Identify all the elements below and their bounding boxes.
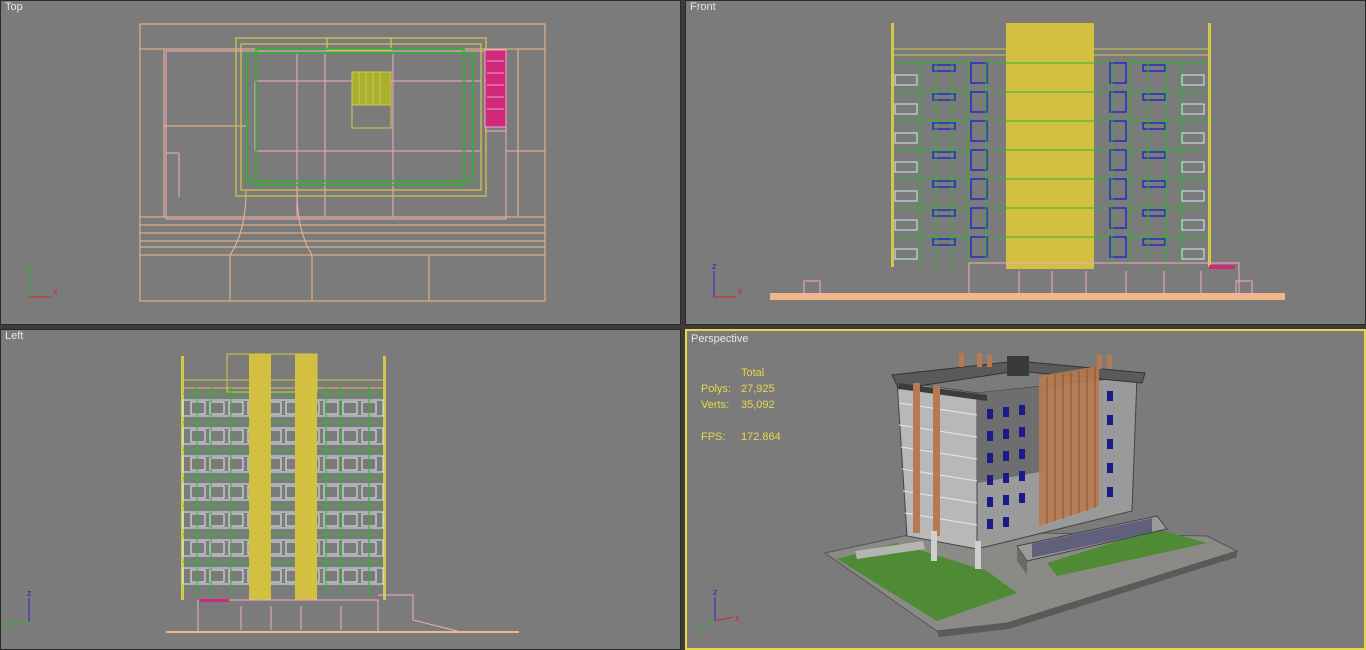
svg-text:z: z <box>27 588 32 598</box>
svg-text:y: y <box>695 625 700 635</box>
svg-text:x: x <box>738 286 743 296</box>
viewport-front[interactable]: Front z x <box>685 0 1366 325</box>
svg-text:y: y <box>3 620 8 630</box>
svg-text:z: z <box>713 587 718 597</box>
axis-gizmo-front: z x <box>712 261 743 298</box>
axis-gizmo-perspective: z x y <box>695 587 740 635</box>
svg-text:z: z <box>712 261 717 271</box>
left-view-wireframe: z y <box>3 353 519 633</box>
viewport-perspective[interactable]: Perspective Total Polys: 27,925 Verts: 35,… <box>685 329 1366 650</box>
top-view-wireframe: y x <box>27 23 546 302</box>
axis-gizmo-top: y x <box>27 261 58 298</box>
front-view-wireframe: z x <box>712 23 1285 300</box>
axis-gizmo-left: z y <box>3 588 32 630</box>
svg-text:x: x <box>735 613 740 623</box>
viewport-left[interactable]: Left z y <box>0 329 681 650</box>
svg-text:x: x <box>53 286 58 296</box>
front-central-column <box>1006 23 1094 269</box>
viewport-top[interactable]: Top y x <box>0 0 681 325</box>
perspective-building-render: z x y <box>695 353 1239 637</box>
left-column-2 <box>295 354 317 600</box>
left-column-1 <box>249 354 271 600</box>
svg-text:y: y <box>27 261 32 271</box>
